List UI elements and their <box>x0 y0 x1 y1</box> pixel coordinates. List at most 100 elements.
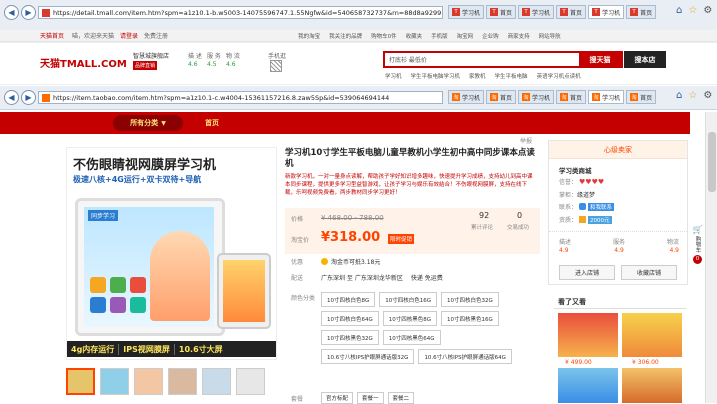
tab-label: 学习机 <box>532 94 551 102</box>
hot-word[interactable]: 学习机 <box>385 72 402 80</box>
enter-shop-button[interactable]: 进入店铺 <box>559 265 615 280</box>
shop-nav-bar: 所有分类 ▼ 首页 <box>0 112 690 134</box>
current-price: ¥318.00 <box>321 230 381 245</box>
banner-tag: 10.6寸大屏 <box>173 343 227 355</box>
taobao-link[interactable]: 淘宝网 <box>457 32 474 40</box>
ship-route[interactable]: 广东深圳 至 广东深圳龙华新区 <box>321 273 403 282</box>
hot-word[interactable]: 学生平板电脑 <box>495 72 528 80</box>
contact-button[interactable]: 和我联系 <box>588 202 615 211</box>
page-scrollbar[interactable] <box>705 112 717 403</box>
related-product[interactable] <box>558 368 618 403</box>
set-row: 套餐 官方标配 套餐一 套餐二 <box>291 392 415 404</box>
favorites-link[interactable]: 收藏夹 <box>406 32 423 40</box>
favorites-star-icon[interactable]: ☆ <box>688 90 697 101</box>
seller-shop-name[interactable]: 学习类商城 <box>559 165 592 175</box>
settings-gear-icon[interactable]: ⚙ <box>703 90 712 101</box>
device-title: 同步学习 <box>88 210 119 221</box>
tab-4[interactable]: T 首页 <box>556 5 587 19</box>
thumbnail[interactable] <box>202 368 231 395</box>
tab-3[interactable]: 淘学习机 <box>518 90 555 104</box>
set-option[interactable]: 套餐二 <box>387 392 415 404</box>
search-tmall-button[interactable]: 搜天猫 <box>579 53 621 66</box>
color-option[interactable]: 10寸四核黑色8G <box>382 311 438 326</box>
ship-fee: 快递 免运费 <box>410 275 443 282</box>
search-store-button[interactable]: 搜本店 <box>624 51 666 68</box>
tab-1[interactable]: 淘学习机 <box>448 90 485 104</box>
floating-cart[interactable]: 🛒 购物车 0 <box>690 225 705 285</box>
hot-word[interactable]: 学生平板电脑学习机 <box>411 72 461 80</box>
tab-6[interactable]: T 首页 <box>626 5 657 19</box>
price-label: 价格 <box>291 216 304 223</box>
thumbnail[interactable] <box>100 368 129 395</box>
color-option[interactable]: 10寸四核黑色32G <box>321 330 379 345</box>
home-icon[interactable]: ⌂ <box>676 90 682 101</box>
tab-2[interactable]: 淘首页 <box>486 90 517 104</box>
forward-icon[interactable]: ▶ <box>21 5 36 20</box>
set-option[interactable]: 官方标配 <box>321 392 354 404</box>
register-link[interactable]: 免费注册 <box>144 31 168 40</box>
tmall-logo[interactable]: 天猫TMALL.COM <box>40 55 127 70</box>
report-link[interactable]: 举报 <box>520 136 532 145</box>
tab-3[interactable]: T 学习机 <box>518 5 555 19</box>
cart-link[interactable]: 购物车0件 <box>371 32 397 40</box>
reviews-label: 累计评论 <box>471 225 494 231</box>
favorite-shop-button[interactable]: 收藏店铺 <box>621 265 677 280</box>
children-photo <box>150 231 210 321</box>
tab-2[interactable]: T 首页 <box>486 5 517 19</box>
nav-home-link[interactable]: 首页 <box>205 118 219 128</box>
thumbnail[interactable] <box>134 368 163 395</box>
tmall-home-link[interactable]: 天猫首页 <box>40 31 64 40</box>
set-option[interactable]: 套餐一 <box>357 392 384 404</box>
phone-device-image <box>217 253 271 329</box>
tab-1[interactable]: T 学习机 <box>448 5 485 19</box>
promo-label: 优惠 <box>291 259 304 266</box>
site-nav-link[interactable]: 网站导航 <box>539 32 561 40</box>
hot-word[interactable]: 英语学习机点读机 <box>537 72 581 80</box>
brand-follow-link[interactable]: 我关注的品牌 <box>329 32 362 40</box>
forward-icon[interactable]: ▶ <box>21 90 36 105</box>
mobile-link[interactable]: 手机版 <box>431 32 448 40</box>
related-product[interactable] <box>622 313 682 357</box>
related-product[interactable] <box>558 313 618 357</box>
address-bar[interactable]: https://detail.tmall.com/item.htm?spm=a1… <box>38 6 443 19</box>
tab-6[interactable]: 淘首页 <box>626 90 657 104</box>
chat-icon <box>579 203 587 210</box>
thumbnail[interactable] <box>168 368 197 395</box>
product-main-image[interactable]: 不伤眼睛视网膜屏学习机 极速八核+4G运行+双卡双待+导航 同步学习 4g内存运… <box>66 147 277 360</box>
enterprise-link[interactable]: 企业购 <box>482 32 499 40</box>
thumbnail[interactable] <box>236 368 265 395</box>
tab-5[interactable]: 淘学习机 <box>588 90 625 104</box>
seller-card: 心级卖家 学习类商城 信誉： ♥♥♥♥ 掌柜： 缘道梦 联系： 和我联系 资质：… <box>548 140 688 285</box>
search-input[interactable]: 打底衫 最低价 <box>385 55 579 64</box>
tab-label: 学习机 <box>462 94 481 102</box>
color-option[interactable]: 10.6寸八核IPS护眼屏通话版64G <box>418 349 512 364</box>
scrollbar-thumb[interactable] <box>708 132 716 192</box>
reviews-count[interactable]: 92 <box>479 211 489 220</box>
color-option[interactable]: 10寸四核白色64G <box>321 311 379 326</box>
all-categories-button[interactable]: 所有分类 ▼ <box>113 115 183 131</box>
color-option[interactable]: 10寸四核黑色64G <box>382 330 441 345</box>
merchant-link[interactable]: 商家支持 <box>508 32 530 40</box>
phone-browse-label[interactable]: 手机逛 <box>268 51 286 60</box>
back-icon[interactable]: ◀ <box>4 5 19 20</box>
home-icon[interactable]: ⌂ <box>676 5 682 16</box>
color-option[interactable]: 10寸四核白色8G <box>321 292 376 307</box>
login-link[interactable]: 请登录 <box>120 31 138 40</box>
my-taobao-link[interactable]: 我的淘宝 <box>298 32 320 40</box>
color-option[interactable]: 10寸四核白色16G <box>379 292 438 307</box>
color-option[interactable]: 10.6寸八核IPS护眼屏通话版32G <box>321 349 415 364</box>
color-option[interactable]: 10寸四核白色32G <box>441 292 499 307</box>
seller-contact-row: 联系： 和我联系 <box>559 202 615 211</box>
tablet-device-image: 同步学习 <box>75 198 225 336</box>
color-option[interactable]: 10寸四核黑色16G <box>441 311 499 326</box>
favorites-star-icon[interactable]: ☆ <box>688 5 697 16</box>
tab-4[interactable]: 淘首页 <box>556 90 587 104</box>
store-name[interactable]: 智慧城旗舰店 <box>133 51 169 60</box>
thumbnail[interactable] <box>66 368 95 395</box>
settings-gear-icon[interactable]: ⚙ <box>703 5 712 16</box>
tab-5[interactable]: T 学习机 <box>588 5 625 19</box>
address-bar[interactable]: https://item.taobao.com/item.htm?spm=a1z… <box>38 91 443 104</box>
related-product[interactable] <box>622 368 682 403</box>
back-icon[interactable]: ◀ <box>4 90 19 105</box>
hot-word[interactable]: 家教机 <box>469 72 486 80</box>
